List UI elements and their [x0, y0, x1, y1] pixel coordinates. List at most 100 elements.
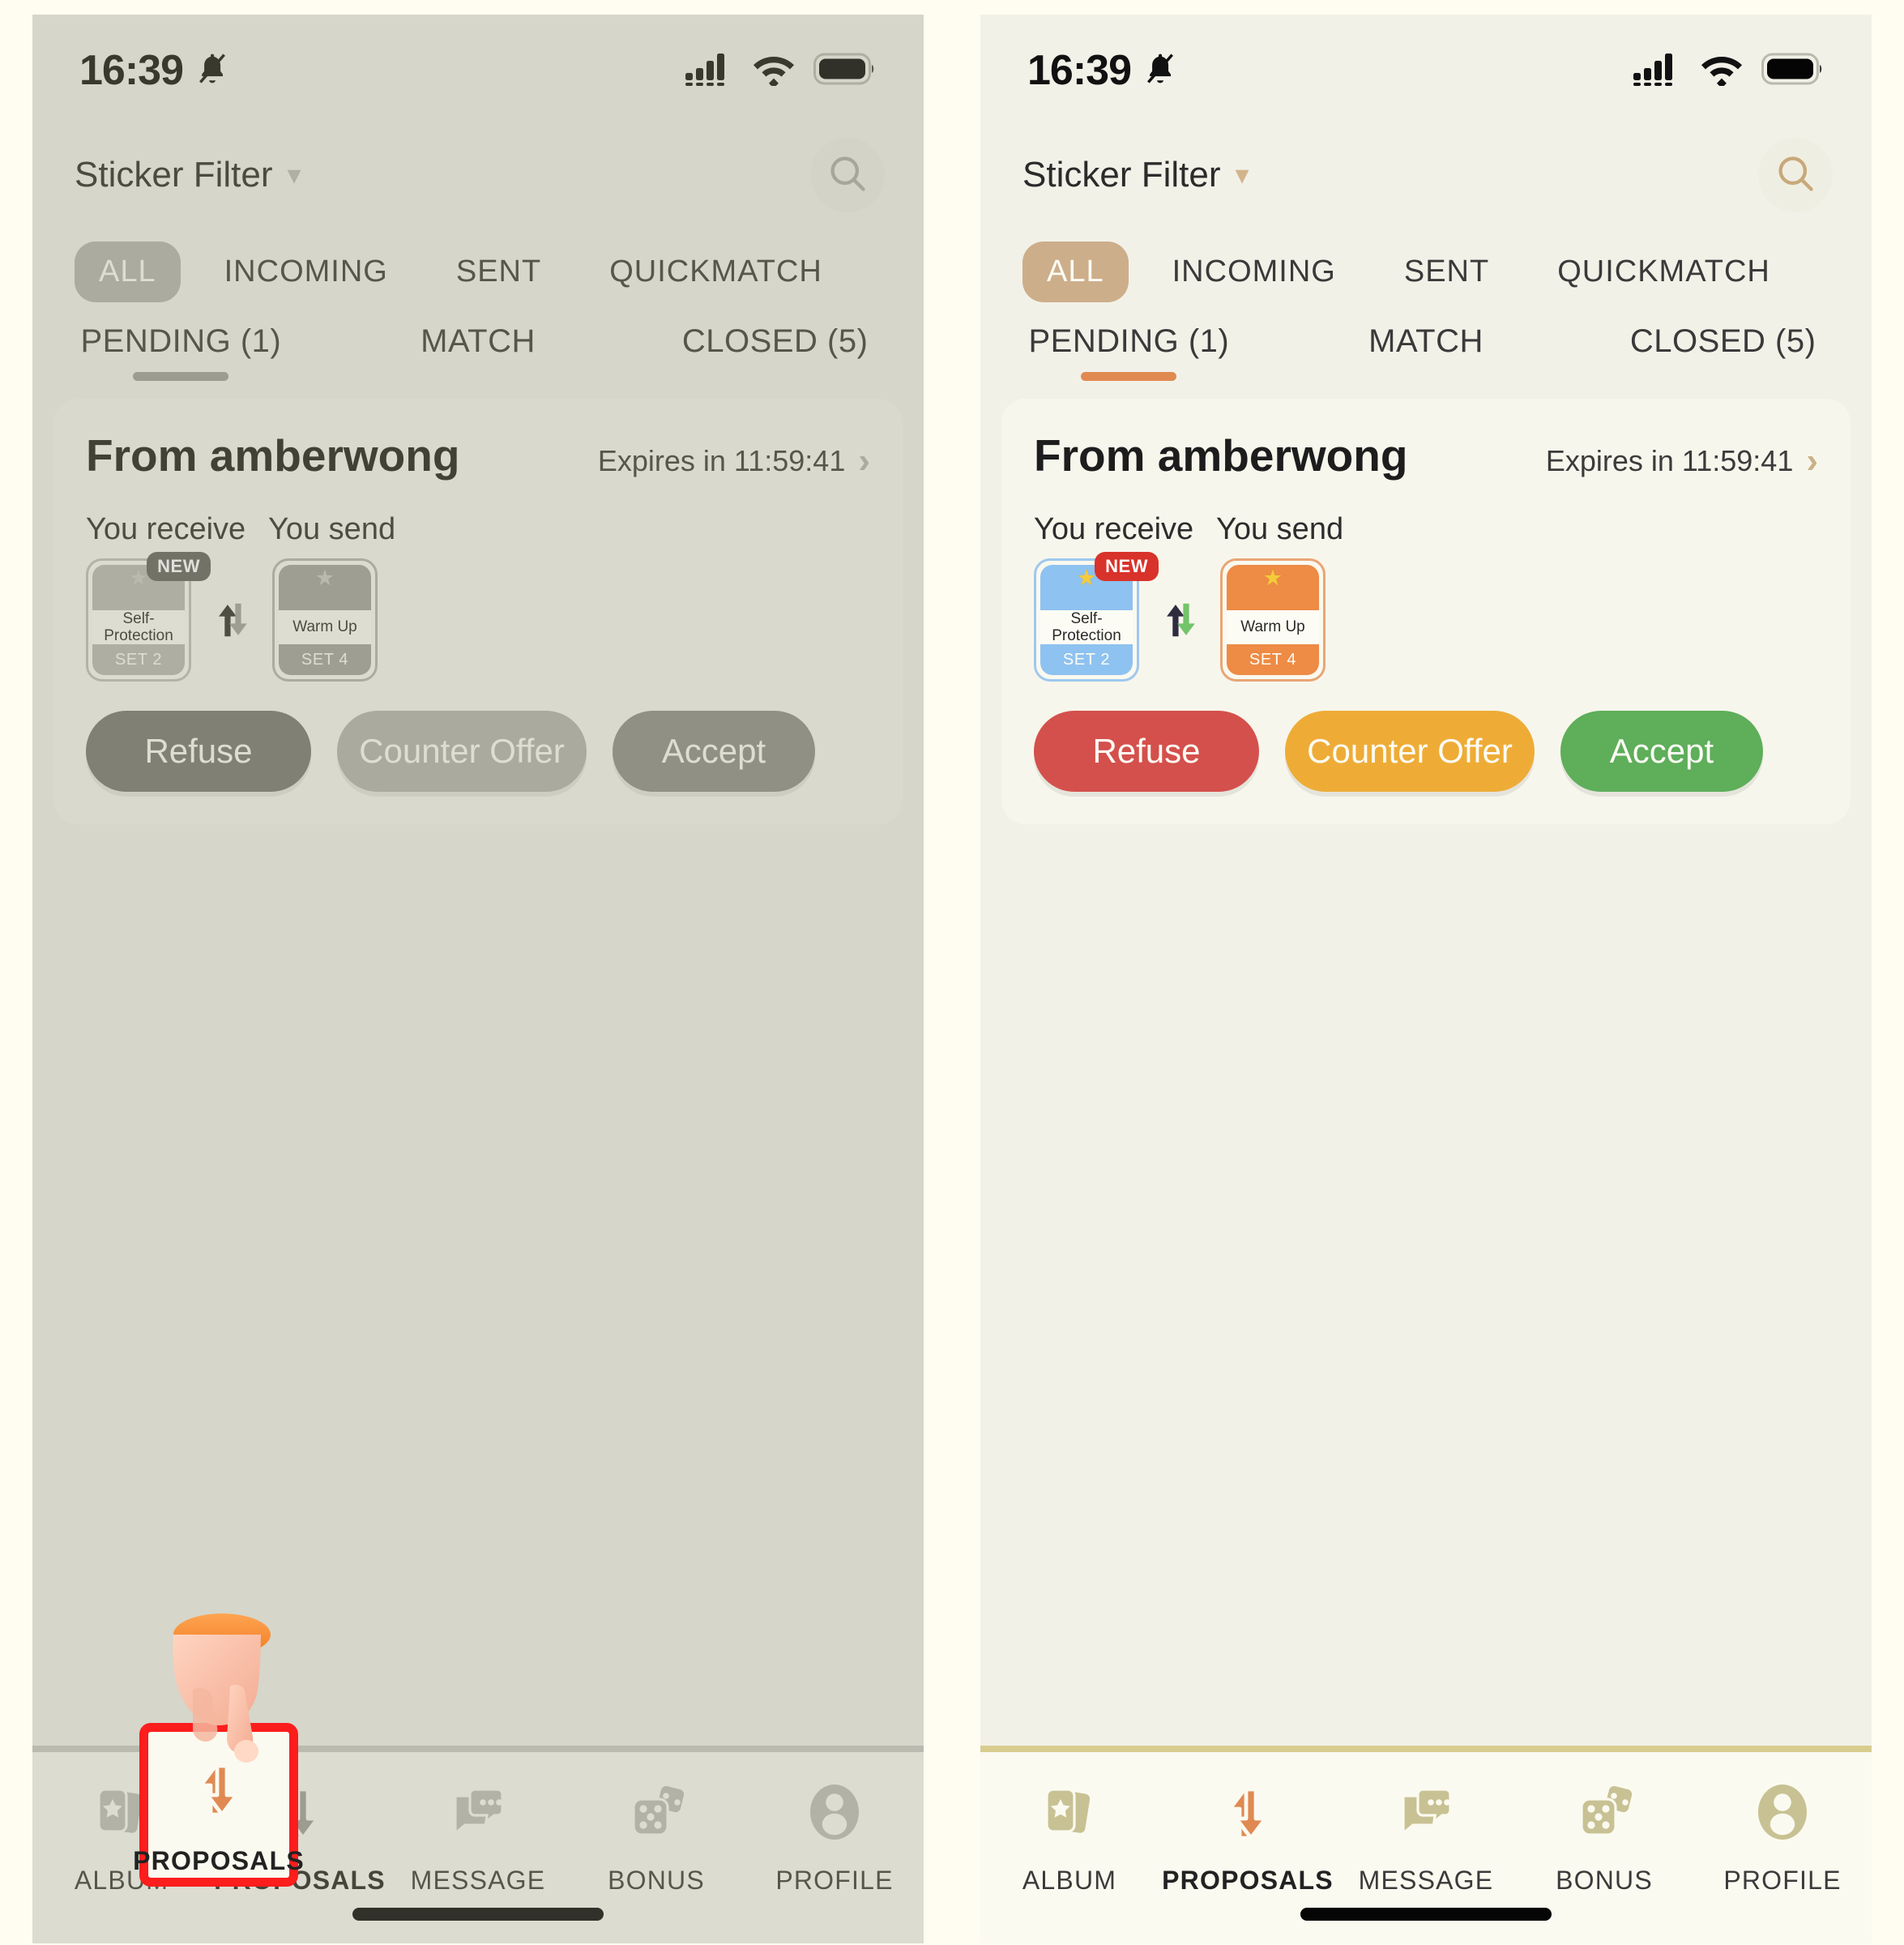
person-icon — [1744, 1773, 1821, 1854]
star-icon: ★ — [1076, 566, 1097, 590]
album-cards-icon — [83, 1773, 160, 1854]
sticker-filter-dropdown[interactable]: Sticker Filter ▾ — [1022, 155, 1249, 195]
nav-item-proposals[interactable]: PROPOSALS — [211, 1773, 389, 1896]
status-time: 16:39 — [79, 47, 184, 94]
sticker-filter-label: Sticker Filter — [75, 155, 273, 194]
status-bar: 16:39 — [32, 15, 924, 104]
proposal-card[interactable]: From amberwong Expires in 11:59:41 › You… — [1001, 399, 1851, 824]
sticker-filter-label: Sticker Filter — [1022, 155, 1221, 194]
you-receive-label: You receive — [86, 512, 246, 546]
proposal-card[interactable]: From amberwong Expires in 11:59:41 › You… — [53, 399, 903, 824]
receive-sticker-set: SET 2 — [1040, 644, 1133, 675]
counter-offer-button[interactable]: Counter Offer — [337, 711, 587, 792]
filter-row: Sticker Filter ▾ — [32, 104, 924, 212]
proposal-expiry-text: Expires in 11:59:41 — [1545, 444, 1794, 477]
proposal-title: From amberwong — [86, 430, 460, 481]
phone-screen-before: 16:39 Sticker Filter ▾ ALL INCOMING SENT… — [32, 15, 924, 1943]
nav-label-proposals: PROPOSALS — [1162, 1866, 1334, 1895]
nav-label-profile: PROFILE — [1723, 1866, 1842, 1895]
swap-arrows-icon — [261, 1773, 339, 1854]
tab-match-label: MATCH — [1368, 323, 1483, 359]
tab-closed[interactable]: CLOSED (5) — [1574, 323, 1872, 381]
nav-item-album[interactable]: ALBUM — [980, 1773, 1159, 1896]
wifi-icon — [1700, 52, 1744, 90]
cellular-signal-icon — [685, 52, 734, 90]
search-button[interactable] — [1758, 138, 1833, 212]
send-sticker-name: Warm Up — [292, 618, 357, 636]
send-sticker-set: SET 4 — [1227, 644, 1319, 675]
nav-item-bonus[interactable]: BONUS — [1515, 1773, 1693, 1896]
nav-item-album[interactable]: ALBUM — [32, 1773, 211, 1896]
tab-pending-label: PENDING (1) — [80, 323, 282, 359]
send-sticker-card[interactable]: ★ Warm Up SET 4 — [1220, 558, 1326, 682]
send-sticker-card[interactable]: ★ Warm Up SET 4 — [272, 558, 378, 682]
segment-chip-incoming[interactable]: INCOMING — [200, 242, 412, 302]
nav-item-profile[interactable]: PROFILE — [1693, 1773, 1872, 1896]
segment-chip-quickmatch[interactable]: QUICKMATCH — [585, 242, 847, 302]
swap-arrows-icon — [1139, 596, 1220, 643]
receive-sticker-name: Self-Protection — [104, 609, 173, 644]
send-sticker-name: Warm Up — [1240, 618, 1305, 636]
send-sticker-set: SET 4 — [279, 644, 371, 675]
status-bar: 16:39 — [980, 15, 1872, 104]
sticker-filter-dropdown[interactable]: Sticker Filter ▾ — [75, 155, 301, 195]
tab-active-underline — [133, 372, 229, 381]
receive-sticker-card[interactable]: ★ Self-Protection SET 2 NEW — [86, 552, 211, 682]
segment-chip-all[interactable]: ALL — [1022, 242, 1129, 302]
nav-item-message[interactable]: MESSAGE — [389, 1773, 567, 1896]
refuse-button[interactable]: Refuse — [86, 711, 311, 792]
tab-match[interactable]: MATCH — [330, 323, 627, 381]
nav-label-album: ALBUM — [74, 1866, 169, 1895]
tab-closed-label: CLOSED (5) — [681, 323, 869, 359]
bottom-nav-bar: ALBUM PROPOSALS MESSAGE BONUS PROFILE — [32, 1752, 924, 1943]
counter-offer-button[interactable]: Counter Offer — [1285, 711, 1535, 792]
star-icon: ★ — [128, 566, 149, 590]
tab-active-underline — [1081, 372, 1177, 381]
nav-separator — [32, 1746, 924, 1752]
tab-match[interactable]: MATCH — [1278, 323, 1575, 381]
refuse-button[interactable]: Refuse — [1034, 711, 1259, 792]
new-badge: NEW — [1095, 552, 1159, 581]
tab-closed-label: CLOSED (5) — [1629, 323, 1816, 359]
tab-pending[interactable]: PENDING (1) — [980, 323, 1278, 381]
segment-chip-quickmatch[interactable]: QUICKMATCH — [1533, 242, 1795, 302]
dice-icon — [1565, 1773, 1643, 1854]
you-send-label: You send — [268, 512, 396, 546]
bottom-nav-bar: ALBUM PROPOSALS MESSAGE BONUS PROFILE — [980, 1752, 1872, 1943]
dice-icon — [617, 1773, 695, 1854]
segment-chip-incoming[interactable]: INCOMING — [1148, 242, 1360, 302]
receive-sticker-name: Self-Protection — [1052, 609, 1121, 644]
nav-item-message[interactable]: MESSAGE — [1337, 1773, 1515, 1896]
nav-label-bonus: BONUS — [1556, 1866, 1653, 1895]
new-badge: NEW — [147, 552, 211, 581]
proposal-expiry[interactable]: Expires in 11:59:41 › — [1546, 443, 1818, 479]
nav-item-proposals[interactable]: PROPOSALS — [1159, 1773, 1337, 1896]
phone-screen-after: 16:39 Sticker Filter ▾ ALL INCOMING SENT… — [980, 15, 1872, 1943]
you-receive-label: You receive — [1034, 512, 1194, 546]
tab-closed[interactable]: CLOSED (5) — [626, 323, 924, 381]
segment-chip-all[interactable]: ALL — [75, 242, 181, 302]
segment-chip-sent[interactable]: SENT — [1380, 242, 1513, 302]
nav-label-message: MESSAGE — [410, 1866, 546, 1895]
tab-row: PENDING (1) MATCH CLOSED (5) — [32, 302, 924, 381]
segment-chip-sent[interactable]: SENT — [432, 242, 566, 302]
nav-label-album: ALBUM — [1022, 1866, 1117, 1895]
screenshot-stage: 16:39 Sticker Filter ▾ ALL INCOMING SENT… — [0, 0, 1904, 1945]
tab-pending[interactable]: PENDING (1) — [32, 323, 330, 381]
nav-item-bonus[interactable]: BONUS — [567, 1773, 745, 1896]
segment-chip-row: ALL INCOMING SENT QUICKMATCH — [32, 212, 924, 302]
proposal-title: From amberwong — [1034, 430, 1408, 481]
accept-button[interactable]: Accept — [1560, 711, 1763, 792]
nav-item-profile[interactable]: PROFILE — [745, 1773, 924, 1896]
proposal-expiry[interactable]: Expires in 11:59:41 › — [598, 443, 870, 479]
tab-row: PENDING (1) MATCH CLOSED (5) — [980, 302, 1872, 381]
accept-button[interactable]: Accept — [613, 711, 815, 792]
search-button[interactable] — [810, 138, 885, 212]
receive-sticker-card[interactable]: ★ Self-Protection SET 2 NEW — [1034, 552, 1159, 682]
chevron-right-icon: › — [1806, 441, 1818, 481]
cellular-signal-icon — [1633, 52, 1682, 90]
segment-chip-row: ALL INCOMING SENT QUICKMATCH — [980, 212, 1872, 302]
nav-label-message: MESSAGE — [1358, 1866, 1494, 1895]
nav-separator — [980, 1746, 1872, 1752]
home-indicator — [352, 1908, 604, 1921]
